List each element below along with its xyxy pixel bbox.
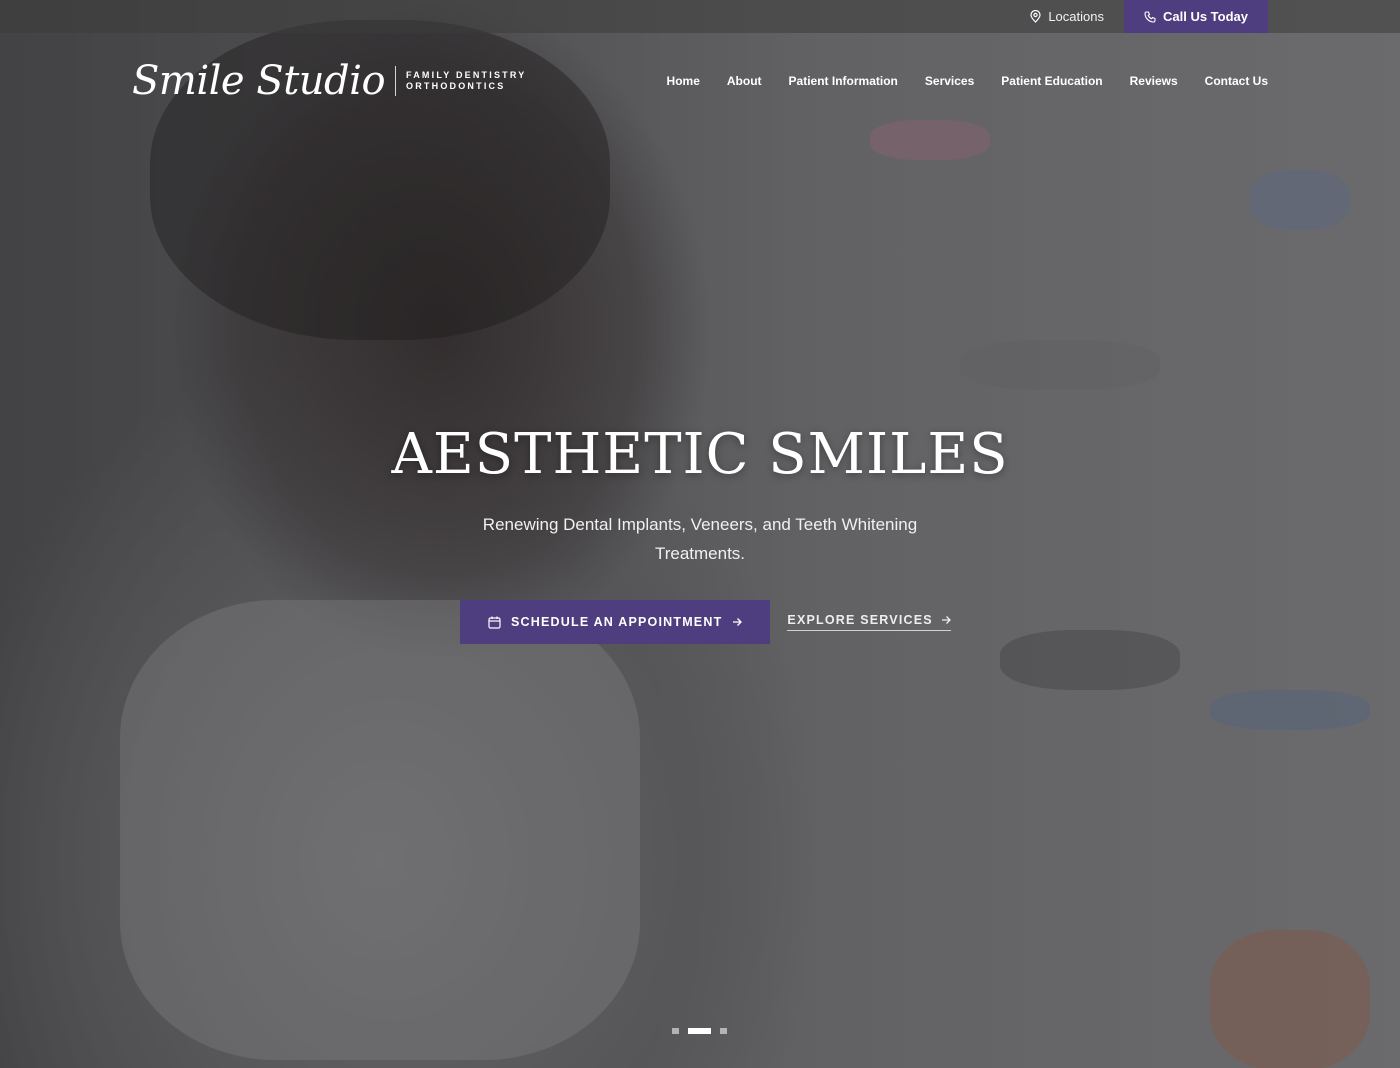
call-us-label: Call Us Today <box>1162 9 1248 24</box>
nav-item-services[interactable]: Services <box>925 74 974 88</box>
slider-dot[interactable] <box>688 1028 711 1034</box>
explore-services-link[interactable]: EXPLORE SERVICES <box>787 613 951 631</box>
logo-divider <box>395 66 397 96</box>
nav-item-home[interactable]: Home <box>667 74 700 88</box>
nav-item-patient-education[interactable]: Patient Education <box>1001 74 1102 88</box>
hero-subtitle: Renewing Dental Implants, Veneers, and T… <box>482 515 918 563</box>
main-nav: Home About Patient Information Services … <box>667 74 1268 88</box>
slider-dot[interactable] <box>672 1028 679 1034</box>
nav-item-contact-us[interactable]: Contact Us <box>1205 74 1268 88</box>
arrow-right-icon <box>941 615 951 625</box>
logo-tagline-line1: FAMILY DENTISTRY <box>406 70 527 80</box>
locations-label: Locations <box>1048 9 1104 24</box>
slider-dot[interactable] <box>720 1028 727 1034</box>
slider-pagination <box>672 1028 727 1034</box>
logo[interactable]: Smile Studio FAMILY DENTISTRY ORTHODONTI… <box>132 58 526 104</box>
logo-script: Smile Studio <box>132 58 386 104</box>
logo-tagline: FAMILY DENTISTRY ORTHODONTICS <box>406 70 526 92</box>
nav-item-about[interactable]: About <box>727 74 762 88</box>
nav-item-patient-information[interactable]: Patient Information <box>789 74 898 88</box>
nav-item-reviews[interactable]: Reviews <box>1130 74 1178 88</box>
hero-cta-row: SCHEDULE AN APPOINTMENT EXPLORE SERVICES <box>460 600 951 644</box>
call-us-button[interactable]: Call Us Today <box>1123 0 1268 33</box>
schedule-appointment-label: SCHEDULE AN APPOINTMENT <box>511 615 723 629</box>
top-bar-actions: Locations Call Us Today <box>1010 0 1268 33</box>
locations-link[interactable]: Locations <box>1010 0 1124 33</box>
schedule-appointment-button[interactable]: SCHEDULE AN APPOINTMENT <box>460 600 771 644</box>
arrow-right-icon <box>732 617 743 627</box>
top-bar: Locations Call Us Today <box>0 0 1400 33</box>
logo-tagline-line2: ORTHODONTICS <box>406 81 506 91</box>
map-pin-icon <box>1030 10 1041 23</box>
site-header: Smile Studio FAMILY DENTISTRY ORTHODONTI… <box>132 55 1268 107</box>
explore-services-label: EXPLORE SERVICES <box>787 613 933 627</box>
phone-icon <box>1144 10 1156 23</box>
calendar-icon <box>488 616 501 629</box>
hero-title: AESTHETIC SMILES <box>391 422 1009 487</box>
